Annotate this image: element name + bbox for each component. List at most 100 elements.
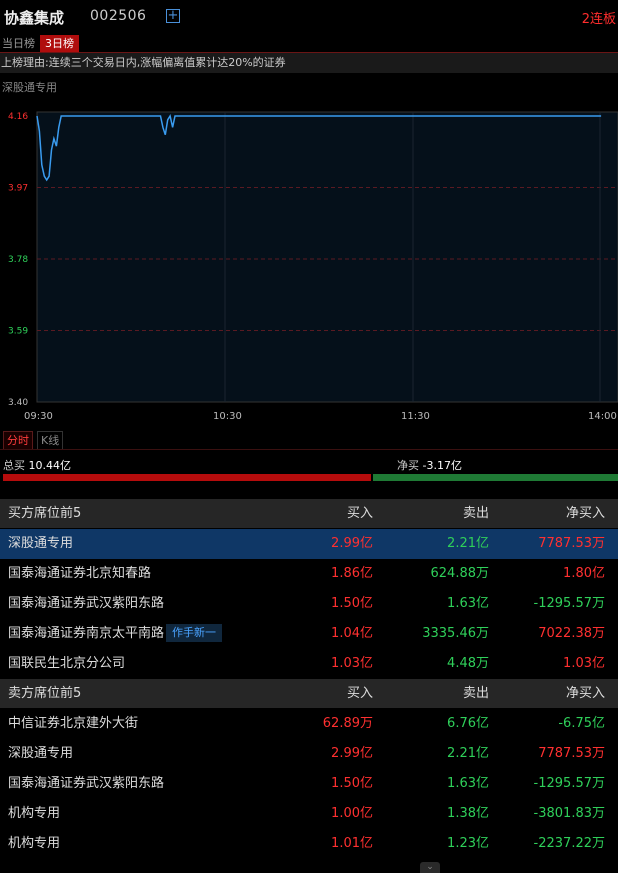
buyer-row[interactable]: 国泰海通证券南京太平南路 作手新一 1.04亿 3335.46万 7022.38万 bbox=[0, 619, 618, 649]
buy-amount: 1.50亿 bbox=[331, 596, 373, 611]
x-tick-label: 10:30 bbox=[213, 411, 242, 422]
col-sell: 卖出 bbox=[462, 686, 489, 701]
trader-tag[interactable]: 作手新一 bbox=[166, 624, 223, 642]
seat-name-text: 国泰海通证券北京知春路 bbox=[8, 566, 152, 581]
col-net: 净买入 bbox=[565, 686, 605, 701]
seat-name-text: 深股通专用 bbox=[8, 746, 74, 761]
seat-name: 国泰海通证券南京太平南路 作手新一 bbox=[8, 619, 223, 648]
buy-amount: 2.99亿 bbox=[331, 746, 373, 761]
net-amount: -2237.22万 bbox=[533, 836, 605, 851]
sell-amount: 6.76亿 bbox=[447, 716, 489, 731]
intraday-chart[interactable]: 4.16 3.97 3.78 3.59 3.40 09:30 10:30 11:30 14:0… bbox=[0, 104, 618, 426]
net-amount: -1295.57万 bbox=[533, 776, 605, 791]
total-buy-value: 10.44亿 bbox=[28, 459, 72, 472]
stock-name: 协鑫集成 bbox=[4, 9, 65, 27]
x-axis-ticks: 09:30 10:30 11:30 14:00 bbox=[24, 411, 617, 422]
buy-ratio-bar bbox=[3, 474, 371, 481]
seat-name-text: 国泰海通证券武汉紫阳东路 bbox=[8, 596, 165, 611]
y-tick-label: 3.97 bbox=[8, 184, 28, 194]
x-tick-label: 11:30 bbox=[401, 411, 430, 422]
seat-name: 国泰海通证券北京知春路 bbox=[8, 559, 151, 588]
buyer-row[interactable]: 国联民生北京分公司 1.03亿 4.48万 1.03亿 bbox=[0, 649, 618, 679]
buy-amount: 1.00亿 bbox=[331, 806, 373, 821]
buyer-row[interactable]: 国泰海通证券武汉紫阳东路 1.50亿 1.63亿 -1295.57万 bbox=[0, 589, 618, 619]
net-buy-label: 净买 bbox=[397, 459, 419, 472]
seat-name-text: 机构专用 bbox=[8, 806, 61, 821]
seller-row[interactable]: 机构专用 1.00亿 1.38亿 -3801.83万 bbox=[0, 799, 618, 829]
buyers-header: 买方席位前5 买入 卖出 净买入 bbox=[0, 499, 618, 528]
buy-amount: 62.89万 bbox=[322, 716, 373, 731]
net-amount: -6.75亿 bbox=[558, 716, 605, 731]
plus-square-icon[interactable]: + bbox=[166, 9, 180, 23]
seat-name: 中信证券北京建外大街 bbox=[8, 709, 138, 738]
col-buy: 买入 bbox=[346, 686, 373, 701]
net-amount: 7787.53万 bbox=[538, 746, 605, 761]
seller-row[interactable]: 国泰海通证券武汉紫阳东路 1.50亿 1.63亿 -1295.57万 bbox=[0, 769, 618, 799]
col-buy: 买入 bbox=[346, 506, 373, 521]
sell-amount: 2.21亿 bbox=[447, 536, 489, 551]
buy-amount: 2.99亿 bbox=[331, 536, 373, 551]
seat-name-text: 国泰海通证券南京太平南路 bbox=[8, 626, 165, 641]
y-tick-label: 3.40 bbox=[8, 398, 28, 408]
seat-name-text: 国联民生北京分公司 bbox=[8, 656, 126, 671]
net-amount: 1.80亿 bbox=[563, 566, 605, 581]
buy-amount: 1.50亿 bbox=[331, 776, 373, 791]
net-buy-value: -3.17亿 bbox=[422, 459, 462, 472]
sell-amount: 624.88万 bbox=[430, 566, 490, 581]
seller-row[interactable]: 中信证券北京建外大街 62.89万 6.76亿 -6.75亿 bbox=[0, 709, 618, 739]
col-net: 净买入 bbox=[565, 506, 605, 521]
chart-seat-title: 深股通专用 bbox=[2, 81, 57, 94]
seat-name: 深股通专用 bbox=[8, 529, 73, 558]
mode-divider bbox=[0, 449, 618, 450]
seller-row[interactable]: 机构专用 1.01亿 1.23亿 -2237.22万 bbox=[0, 829, 618, 859]
seller-row[interactable]: 深股通专用 2.99亿 2.21亿 7787.53万 bbox=[0, 739, 618, 769]
seat-name-text: 国泰海通证券武汉紫阳东路 bbox=[8, 776, 165, 791]
seat-name-text: 中信证券北京建外大街 bbox=[8, 716, 139, 731]
buyers-title: 买方席位前5 bbox=[8, 506, 82, 521]
buyer-row[interactable]: 深股通专用 2.99亿 2.21亿 7787.53万 bbox=[0, 529, 618, 559]
net-amount: -1295.57万 bbox=[533, 596, 605, 611]
sellers-header: 卖方席位前5 买入 卖出 净买入 bbox=[0, 679, 618, 708]
sell-amount: 1.38亿 bbox=[447, 806, 489, 821]
tab-3day-list[interactable]: 3日榜 bbox=[40, 35, 79, 52]
net-amount: -3801.83万 bbox=[533, 806, 605, 821]
y-tick-label: 3.78 bbox=[8, 255, 28, 265]
total-buy: 总买 10.44亿 bbox=[3, 457, 71, 473]
stock-code: 002506 bbox=[90, 8, 147, 24]
sell-amount: 1.63亿 bbox=[447, 596, 489, 611]
scroll-handle[interactable]: ⌄ bbox=[420, 862, 440, 873]
seat-name: 国联民生北京分公司 bbox=[8, 649, 125, 678]
col-sell: 卖出 bbox=[462, 506, 489, 521]
buy-amount: 1.03亿 bbox=[331, 656, 373, 671]
net-amount: 7787.53万 bbox=[538, 536, 605, 551]
seat-name-text: 机构专用 bbox=[8, 836, 61, 851]
seat-name: 国泰海通证券武汉紫阳东路 bbox=[8, 769, 164, 798]
plot-area bbox=[36, 111, 618, 403]
sell-amount: 1.63亿 bbox=[447, 776, 489, 791]
seat-name: 机构专用 bbox=[8, 829, 60, 858]
seat-name: 深股通专用 bbox=[8, 739, 73, 768]
sell-amount: 3335.46万 bbox=[422, 626, 489, 641]
buy-amount: 1.01亿 bbox=[331, 836, 373, 851]
tab-intraday[interactable]: 分时 bbox=[3, 431, 33, 450]
sell-amount: 2.21亿 bbox=[447, 746, 489, 761]
tab-daily-list[interactable]: 当日榜 bbox=[0, 35, 37, 52]
limit-up-streak-badge: 2连板 bbox=[581, 12, 616, 27]
buy-amount: 1.04亿 bbox=[331, 626, 373, 641]
x-tick-label: 14:00 bbox=[588, 411, 617, 422]
tab-kline[interactable]: K线 bbox=[37, 431, 64, 450]
seat-name: 机构专用 bbox=[8, 799, 60, 828]
sellers-title: 卖方席位前5 bbox=[8, 686, 82, 701]
seat-name-text: 深股通专用 bbox=[8, 536, 74, 551]
y-axis-ticks: 4.16 3.97 3.78 3.59 3.40 bbox=[8, 112, 28, 408]
total-buy-label: 总买 bbox=[3, 459, 25, 472]
y-tick-label: 3.59 bbox=[8, 327, 28, 337]
buyer-row[interactable]: 国泰海通证券北京知春路 1.86亿 624.88万 1.80亿 bbox=[0, 559, 618, 589]
chevron-down-icon: ⌄ bbox=[426, 862, 434, 872]
net-amount: 7022.38万 bbox=[538, 626, 605, 641]
x-tick-label: 09:30 bbox=[24, 411, 53, 422]
net-amount: 1.03亿 bbox=[563, 656, 605, 671]
net-buy: 净买 -3.17亿 bbox=[397, 457, 462, 473]
listing-reason: 上榜理由:连续三个交易日内,涨幅偏离值累计达20%的证券 bbox=[0, 53, 618, 73]
sell-amount: 1.23亿 bbox=[447, 836, 489, 851]
